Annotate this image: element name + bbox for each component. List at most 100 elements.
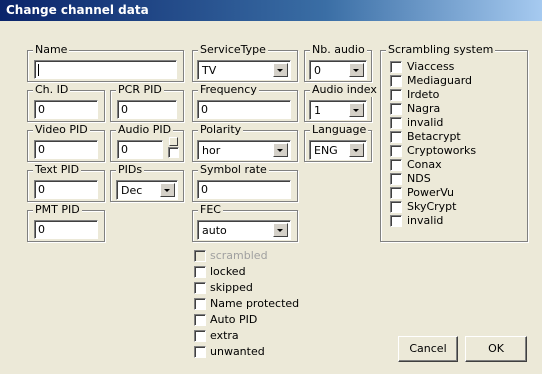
chevron-down-icon[interactable] (349, 103, 364, 117)
audio-index-selected-value: 1 (314, 104, 321, 117)
name-input[interactable] (34, 60, 177, 79)
pids-select[interactable]: Dec (116, 180, 178, 200)
scrambling-label-betacrypt[interactable]: Betacrypt (407, 130, 461, 143)
polarity-select[interactable]: hor (197, 140, 291, 160)
pids-selected-value: Dec (121, 184, 143, 197)
name-label: Name (33, 43, 70, 57)
nb-audio-label: Nb. audio (310, 43, 367, 57)
chevron-down-icon[interactable] (273, 143, 288, 157)
audio-pid-input[interactable]: 0 (117, 140, 163, 159)
frequency-label: Frequency (198, 83, 259, 97)
text-pid-input[interactable]: 0 (34, 180, 98, 199)
chevron-down-icon[interactable] (273, 223, 288, 237)
ok-button[interactable]: OK (465, 336, 527, 362)
flag-checkbox-skipped[interactable] (194, 282, 206, 294)
chevron-down-icon[interactable] (160, 183, 175, 197)
fec-group: FEC auto (192, 203, 298, 242)
pmt-pid-group: PMT PID 0 (27, 203, 105, 242)
audio-index-group: Audio index 1 (304, 83, 379, 122)
frequency-input[interactable]: 0 (197, 100, 291, 119)
flag-checkbox-unwanted[interactable] (194, 346, 206, 358)
flag-checkbox-scrambled (194, 250, 206, 262)
scrambling-label-invalid-2[interactable]: invalid (407, 214, 443, 227)
polarity-group: Polarity hor (192, 123, 298, 162)
scrambling-label-irdeto[interactable]: Irdeto (407, 88, 439, 101)
scrambling-checkbox-irdeto[interactable] (390, 89, 402, 101)
scrambling-checkbox-cryptoworks[interactable] (390, 145, 402, 157)
flag-checkbox-auto-pid[interactable] (194, 314, 206, 326)
scrambling-checkbox-nagra[interactable] (390, 103, 402, 115)
flag-checkbox-name-protected[interactable] (194, 298, 206, 310)
service-type-select[interactable]: TV (197, 60, 291, 80)
flag-checkbox-extra[interactable] (194, 330, 206, 342)
audio-pid-label: Audio PID (116, 123, 174, 137)
ch-id-label: Ch. ID (33, 83, 71, 97)
flag-label-scrambled: scrambled (210, 249, 268, 262)
language-label: Language (310, 123, 369, 137)
scrambling-checkbox-invalid-2[interactable] (390, 215, 402, 227)
scrambling-system-label: Scrambling system (386, 43, 496, 57)
flag-label-locked[interactable]: locked (210, 265, 246, 278)
scrambling-checkbox-conax[interactable] (390, 159, 402, 171)
scrambling-checkbox-viaccess[interactable] (390, 61, 402, 73)
fec-select[interactable]: auto (197, 220, 291, 240)
scrambling-label-mediaguard[interactable]: Mediaguard (407, 74, 472, 87)
scrambling-checkbox-mediaguard[interactable] (390, 75, 402, 87)
video-pid-label: Video PID (33, 123, 90, 137)
scrambling-label-viaccess[interactable]: Viaccess (407, 60, 454, 73)
window-title: Change channel data (0, 0, 542, 21)
chevron-down-icon[interactable] (349, 143, 364, 157)
ch-id-input[interactable]: 0 (34, 100, 98, 119)
scrambling-label-invalid-1[interactable]: invalid (407, 116, 443, 129)
nb-audio-select[interactable]: 0 (309, 60, 367, 80)
scrambling-label-skycrypt[interactable]: SkyCrypt (407, 200, 456, 213)
flag-label-extra[interactable]: extra (210, 329, 239, 342)
text-cursor (38, 64, 39, 76)
scrambling-checkbox-invalid-1[interactable] (390, 117, 402, 129)
frequency-group: Frequency 0 (192, 83, 298, 122)
audio-index-label: Audio index (310, 83, 379, 97)
polarity-label: Polarity (198, 123, 244, 137)
scrambling-checkbox-betacrypt[interactable] (390, 131, 402, 143)
scrambling-label-powervu[interactable]: PowerVu (407, 186, 454, 199)
pcr-pid-label: PCR PID (116, 83, 164, 97)
symbol-rate-label: Symbol rate (198, 163, 269, 177)
symbol-rate-input[interactable]: 0 (197, 180, 291, 199)
service-type-label: ServiceType (198, 43, 268, 57)
audio-pid-toggle-button[interactable] (169, 137, 178, 146)
chevron-down-icon[interactable] (349, 63, 364, 77)
chevron-down-icon[interactable] (273, 63, 288, 77)
fec-label: FEC (198, 203, 223, 217)
pmt-pid-label: PMT PID (33, 203, 82, 217)
pids-label: PIDs (116, 163, 145, 177)
pcr-pid-group: PCR PID 0 (110, 83, 184, 122)
language-select[interactable]: ENG (309, 140, 367, 160)
flag-label-auto-pid[interactable]: Auto PID (210, 313, 257, 326)
scrambling-checkbox-powervu[interactable] (390, 187, 402, 199)
scrambling-checkbox-skycrypt[interactable] (390, 201, 402, 213)
flag-label-unwanted[interactable]: unwanted (210, 345, 265, 358)
scrambling-label-conax[interactable]: Conax (407, 158, 442, 171)
pmt-pid-input[interactable]: 0 (34, 220, 98, 239)
service-type-selected-value: TV (202, 64, 217, 77)
video-pid-input[interactable]: 0 (34, 140, 98, 159)
scrambling-label-cryptoworks[interactable]: Cryptoworks (407, 144, 476, 157)
video-pid-group: Video PID 0 (27, 123, 105, 162)
audio-pid-checkbox[interactable] (168, 147, 179, 158)
flag-checkbox-locked[interactable] (194, 266, 206, 278)
cancel-button[interactable]: Cancel (398, 336, 458, 362)
audio-index-select[interactable]: 1 (309, 100, 367, 120)
name-group: Name (27, 43, 184, 82)
text-pid-group: Text PID 0 (27, 163, 105, 202)
scrambling-label-nds[interactable]: NDS (407, 172, 431, 185)
service-type-group: ServiceType TV (192, 43, 298, 82)
language-group: Language ENG (304, 123, 372, 162)
text-pid-label: Text PID (33, 163, 82, 177)
scrambling-label-nagra[interactable]: Nagra (407, 102, 440, 115)
pcr-pid-input[interactable]: 0 (117, 100, 177, 119)
flag-label-skipped[interactable]: skipped (210, 281, 253, 294)
language-selected-value: ENG (314, 144, 338, 157)
pids-group: PIDs Dec (110, 163, 184, 202)
flag-label-name-protected[interactable]: Name protected (210, 297, 299, 310)
scrambling-checkbox-nds[interactable] (390, 173, 402, 185)
